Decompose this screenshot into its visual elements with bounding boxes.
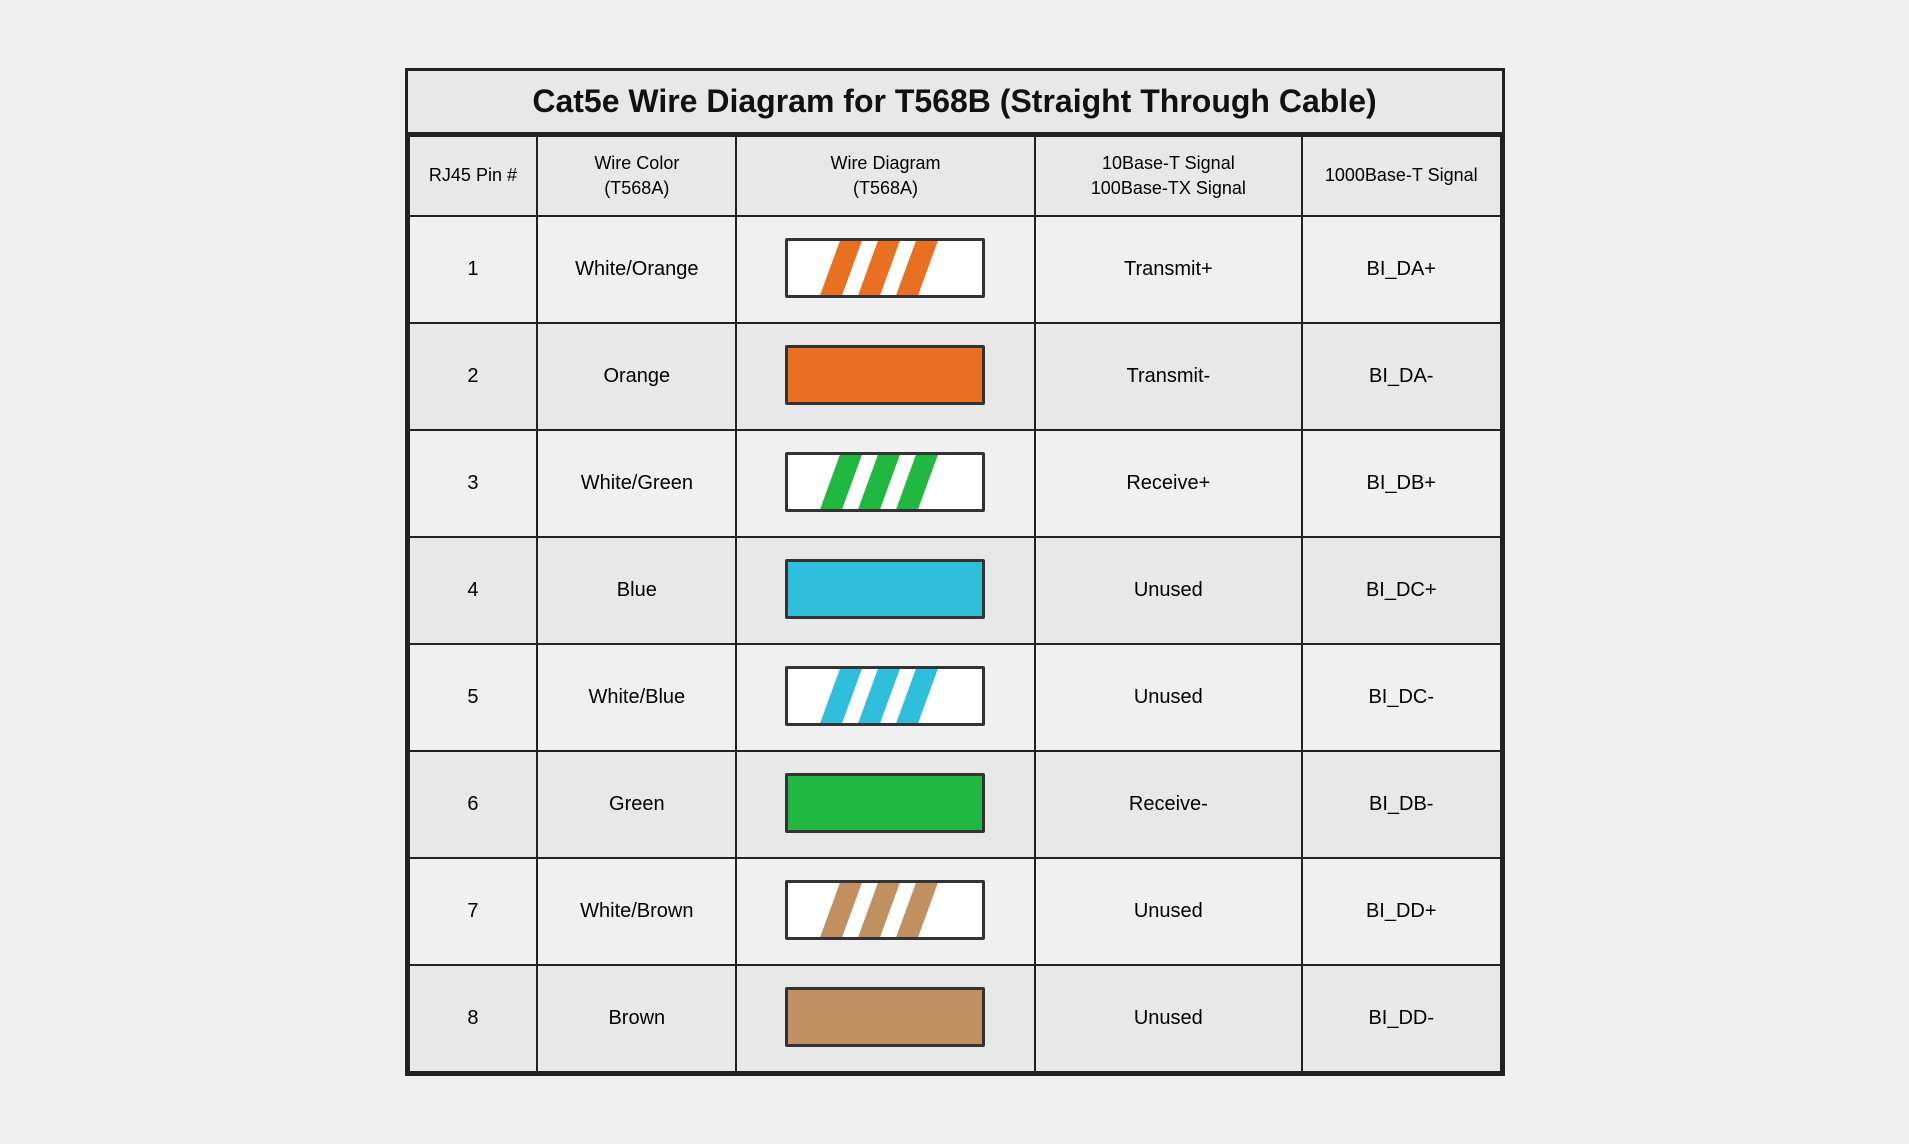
header-wire-diagram: Wire Diagram(T568A) [736, 136, 1034, 216]
signal-cell: Transmit+ [1035, 216, 1302, 323]
color-name-cell: Green [537, 751, 736, 858]
gbase-cell: BI_DD- [1302, 965, 1501, 1072]
color-name-cell: Brown [537, 965, 736, 1072]
signal-cell: Unused [1035, 644, 1302, 751]
pin-cell: 3 [409, 430, 538, 537]
gbase-cell: BI_DA+ [1302, 216, 1501, 323]
gbase-cell: BI_DA- [1302, 323, 1501, 430]
color-name-cell: White/Orange [537, 216, 736, 323]
header-signal-1000: 1000Base-T Signal [1302, 136, 1501, 216]
gbase-cell: BI_DD+ [1302, 858, 1501, 965]
signal-cell: Unused [1035, 537, 1302, 644]
wire-diagram-cell [736, 430, 1034, 537]
pin-cell: 8 [409, 965, 538, 1072]
diagram-title: Cat5e Wire Diagram for T568B (Straight T… [408, 71, 1502, 135]
table-row: 2Orange Transmit-BI_DA- [409, 323, 1501, 430]
gbase-cell: BI_DB- [1302, 751, 1501, 858]
pin-cell: 4 [409, 537, 538, 644]
signal-cell: Unused [1035, 965, 1302, 1072]
signal-cell: Unused [1035, 858, 1302, 965]
wire-diagram-cell [736, 216, 1034, 323]
color-name-cell: White/Brown [537, 858, 736, 965]
pin-cell: 5 [409, 644, 538, 751]
wire-diagram-cell [736, 644, 1034, 751]
wire-diagram-cell [736, 537, 1034, 644]
header-wire-color: Wire Color(T568A) [537, 136, 736, 216]
gbase-cell: BI_DC+ [1302, 537, 1501, 644]
pin-cell: 7 [409, 858, 538, 965]
table-row: 1White/Orange Transmit+BI_DA+ [409, 216, 1501, 323]
wire-diagram-cell [736, 751, 1034, 858]
color-name-cell: Orange [537, 323, 736, 430]
table-row: 6Green Receive-BI_DB- [409, 751, 1501, 858]
table-row: 3White/Green Receive+BI_DB+ [409, 430, 1501, 537]
color-name-cell: Blue [537, 537, 736, 644]
wire-diagram-cell [736, 858, 1034, 965]
signal-cell: Receive- [1035, 751, 1302, 858]
header-signal-10-100: 10Base-T Signal100Base-TX Signal [1035, 136, 1302, 216]
signal-cell: Transmit- [1035, 323, 1302, 430]
pin-cell: 6 [409, 751, 538, 858]
wire-table: RJ45 Pin # Wire Color(T568A) Wire Diagra… [408, 135, 1502, 1073]
pin-cell: 1 [409, 216, 538, 323]
gbase-cell: BI_DB+ [1302, 430, 1501, 537]
diagram-container: Cat5e Wire Diagram for T568B (Straight T… [405, 68, 1505, 1076]
color-name-cell: White/Green [537, 430, 736, 537]
header-pin: RJ45 Pin # [409, 136, 538, 216]
wire-diagram-cell [736, 323, 1034, 430]
signal-cell: Receive+ [1035, 430, 1302, 537]
pin-cell: 2 [409, 323, 538, 430]
table-row: 4Blue UnusedBI_DC+ [409, 537, 1501, 644]
color-name-cell: White/Blue [537, 644, 736, 751]
table-row: 7White/Brown UnusedBI_DD+ [409, 858, 1501, 965]
gbase-cell: BI_DC- [1302, 644, 1501, 751]
table-row: 8Brown UnusedBI_DD- [409, 965, 1501, 1072]
table-row: 5White/Blue UnusedBI_DC- [409, 644, 1501, 751]
wire-diagram-cell [736, 965, 1034, 1072]
